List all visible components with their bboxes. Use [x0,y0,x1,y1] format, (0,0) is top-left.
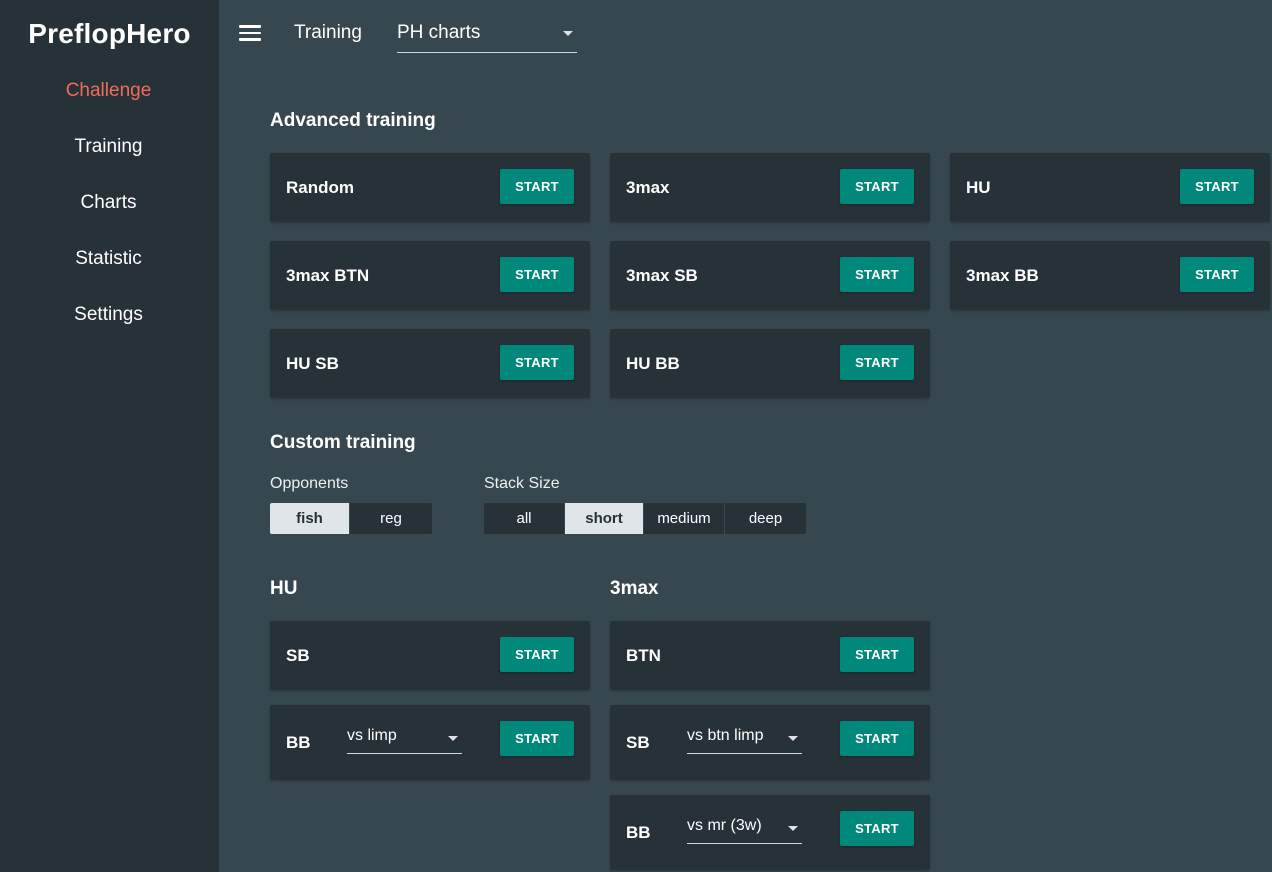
card-label: BTN [626,646,661,665]
start-custom-hu-bb-button[interactable]: START [500,721,574,756]
sidebar-item-settings[interactable]: Settings [0,304,217,326]
card-label: BB [286,733,311,752]
stack-size-option-short[interactable]: short [565,503,644,534]
page-title: Training [294,22,362,43]
3max-section-title: 3max [610,578,659,599]
hu-bb-situation-value: vs limp [347,727,397,744]
chevron-down-icon [788,736,798,741]
start-custom-3max-btn-button[interactable]: START [840,637,914,672]
opponents-option-reg[interactable]: reg [350,503,432,534]
advanced-card-random: Random START [270,153,590,222]
start-hu-button[interactable]: START [1180,169,1254,204]
3max-bb-situation-select[interactable]: vs mr (3w) [687,817,802,844]
opponents-option-fish[interactable]: fish [270,503,350,534]
chevron-down-icon [788,826,798,831]
chart-set-select-value: PH charts [397,22,481,43]
advanced-card-hu-bb: HU BB START [610,329,930,398]
card-label: HU SB [286,354,339,373]
start-3max-sb-button[interactable]: START [840,257,914,292]
sidebar-item-statistic[interactable]: Statistic [0,248,217,270]
stack-size-label: Stack Size [484,475,560,492]
start-custom-hu-sb-button[interactable]: START [500,637,574,672]
start-3max-button[interactable]: START [840,169,914,204]
card-label: 3max BB [966,266,1039,285]
custom-hu-sb-card: SB START [270,621,590,690]
sidebar-item-charts[interactable]: Charts [0,192,217,214]
sidebar: PreflopHero Challenge Training Charts St… [0,0,219,872]
card-label: SB [626,733,650,752]
sidebar-item-challenge[interactable]: Challenge [0,80,217,102]
chevron-down-icon [563,31,573,36]
card-label: 3max [626,178,670,197]
start-random-button[interactable]: START [500,169,574,204]
card-label: SB [286,646,310,665]
custom-3max-sb-card: SB vs btn limp START [610,705,930,780]
custom-hu-bb-card: BB vs limp START [270,705,590,780]
stack-size-option-deep[interactable]: deep [725,503,806,534]
card-label: HU [966,178,991,197]
advanced-card-3max-btn: 3max BTN START [270,241,590,310]
stack-size-option-all[interactable]: all [484,503,565,534]
opponents-label: Opponents [270,475,349,492]
sidebar-item-training[interactable]: Training [0,136,217,158]
advanced-card-hu-sb: HU SB START [270,329,590,398]
hamburger-menu-icon[interactable] [239,25,261,41]
custom-training-title: Custom training [270,432,416,453]
chevron-down-icon [448,736,458,741]
card-label: BB [626,823,651,842]
hu-section-title: HU [270,578,298,599]
custom-3max-btn-card: BTN START [610,621,930,690]
start-3max-bb-button[interactable]: START [1180,257,1254,292]
card-label: HU BB [626,354,680,373]
custom-3max-bb-card: BB vs mr (3w) START [610,795,930,870]
3max-bb-situation-value: vs mr (3w) [687,817,762,834]
3max-sb-situation-select[interactable]: vs btn limp [687,727,802,754]
start-custom-3max-sb-button[interactable]: START [840,721,914,756]
advanced-card-3max-bb: 3max BB START [950,241,1270,310]
advanced-card-3max: 3max START [610,153,930,222]
stack-size-toggle: all short medium deep [484,503,806,534]
advanced-training-title: Advanced training [270,110,436,131]
advanced-card-3max-sb: 3max SB START [610,241,930,310]
start-3max-btn-button[interactable]: START [500,257,574,292]
start-custom-3max-bb-button[interactable]: START [840,811,914,846]
card-label: Random [286,178,354,197]
card-label: 3max BTN [286,266,370,285]
hu-bb-situation-select[interactable]: vs limp [347,727,462,754]
3max-sb-situation-value: vs btn limp [687,727,764,744]
start-hu-bb-button[interactable]: START [840,345,914,380]
card-label: 3max SB [626,266,698,285]
advanced-card-hu: HU START [950,153,1270,222]
app-logo[interactable]: PreflopHero [0,18,219,50]
opponents-toggle: fish reg [270,503,432,534]
stack-size-option-medium[interactable]: medium [644,503,725,534]
chart-set-select[interactable]: PH charts [397,22,577,53]
start-hu-sb-button[interactable]: START [500,345,574,380]
